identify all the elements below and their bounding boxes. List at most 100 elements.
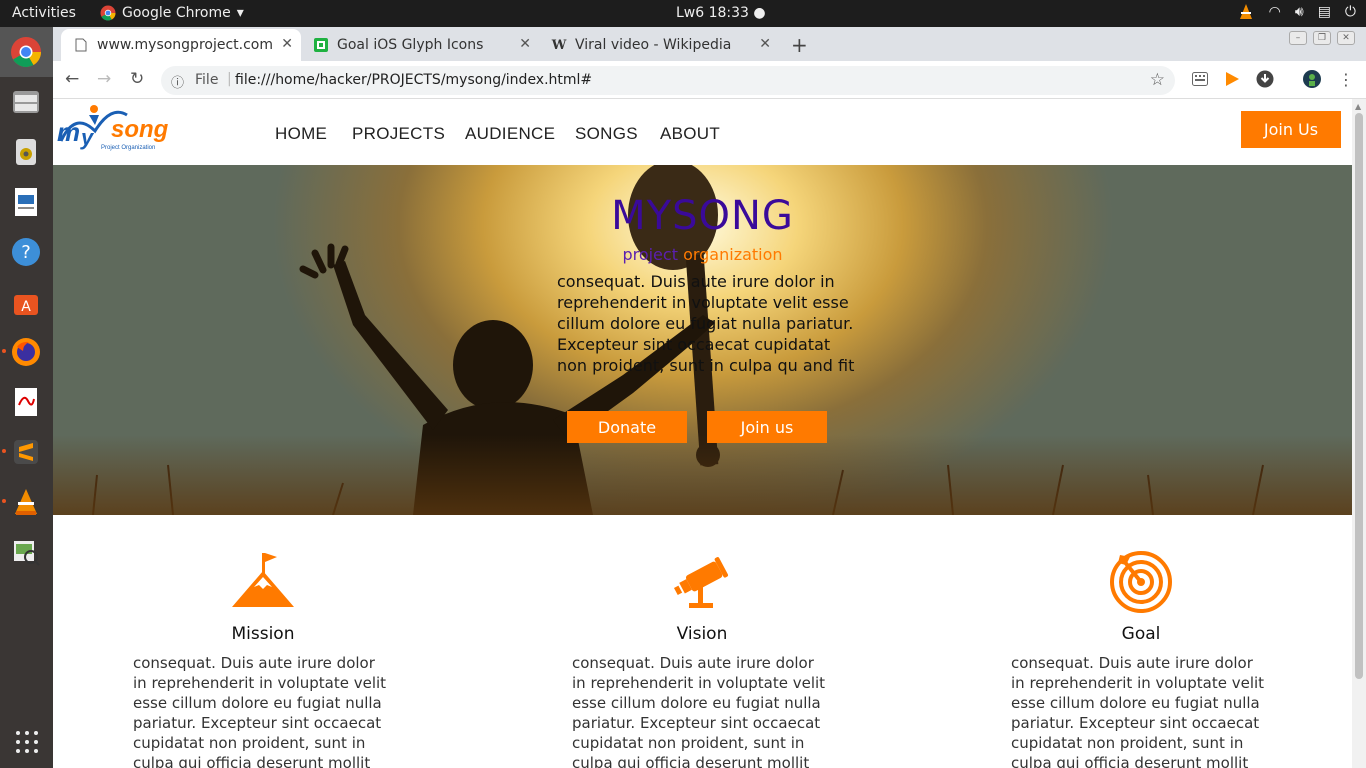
download-extension-icon[interactable]: [1256, 70, 1274, 88]
hero-description: consequat. Duis aute irure dolor in repr…: [557, 272, 855, 375]
app-name: Google Chrome: [122, 5, 231, 21]
scroll-up-arrow-icon[interactable]: ▲: [1355, 102, 1361, 111]
page-scrollbar[interactable]: ▲: [1352, 99, 1366, 768]
dock-document-viewer[interactable]: [8, 384, 44, 420]
join-us-header-button[interactable]: Join Us: [1241, 111, 1341, 148]
dock-sublime[interactable]: [8, 434, 44, 470]
reload-button[interactable]: ↻: [130, 69, 144, 89]
info-icon[interactable]: ⓘ: [171, 72, 184, 91]
volume-icon: 🔊︎: [1294, 4, 1304, 20]
hero-banner: MYSONG project organization consequat. D…: [53, 165, 1352, 515]
dock-vlc[interactable]: [8, 484, 44, 520]
activities-button[interactable]: Activities: [12, 5, 76, 21]
svg-text:A: A: [21, 299, 31, 315]
target-icon: [1011, 551, 1271, 613]
profile-avatar[interactable]: [1303, 70, 1321, 88]
hero-subtitle: project organization: [53, 245, 1352, 264]
close-tab-icon[interactable]: ✕: [759, 36, 771, 52]
web-page: m y song Project Organization HOME PROJE…: [53, 99, 1352, 768]
close-tab-icon[interactable]: ✕: [281, 36, 293, 52]
keyboard-extension-icon[interactable]: [1191, 70, 1209, 88]
scheme-label: File: [195, 72, 219, 88]
nav-home[interactable]: HOME: [275, 124, 327, 144]
tab-title: Viral video - Wikipedia: [575, 37, 732, 53]
browser-toolbar: ← → ↻ ⓘ File | file:///home/hacker/PROJE…: [53, 61, 1366, 99]
minimize-button[interactable]: –: [1289, 31, 1307, 45]
dock-image-viewer[interactable]: [8, 534, 44, 570]
feature-title: Goal: [1121, 624, 1161, 644]
clipboard-icon: ▤: [1317, 4, 1331, 20]
maximize-button[interactable]: ❐: [1313, 31, 1331, 45]
dock-firefox[interactable]: [8, 334, 44, 370]
nav-songs[interactable]: SONGS: [575, 124, 638, 144]
clock-text: Lw6 18:33: [676, 5, 749, 21]
url-text[interactable]: file:///home/hacker/PROJECTS/mysong/inde…: [235, 72, 592, 88]
vlc-tray-icon[interactable]: [1237, 3, 1255, 21]
nav-about[interactable]: ABOUT: [660, 124, 720, 144]
tab-title: Goal iOS Glyph Icons: [337, 37, 484, 53]
vlc-icon: [15, 489, 37, 515]
forward-button[interactable]: →: [97, 69, 111, 89]
firefox-icon: [12, 338, 40, 366]
wifi-icon: ◠: [1268, 4, 1281, 20]
bookmark-star-icon[interactable]: ☆: [1150, 70, 1165, 90]
image-viewer-icon: [14, 541, 40, 566]
feature-text: consequat. Duis aute irure dolor in repr…: [1011, 654, 1265, 768]
back-button[interactable]: ←: [65, 69, 79, 89]
mountain-flag-icon: [133, 551, 393, 611]
system-tray[interactable]: ◠ 🔊︎ ▤ ⏻: [1237, 3, 1356, 21]
nav-audience[interactable]: AUDIENCE: [465, 124, 555, 144]
chrome-icon: [11, 37, 42, 68]
address-bar[interactable]: ⓘ File | file:///home/hacker/PROJECTS/my…: [161, 66, 1175, 95]
clock[interactable]: Lw6 18:33 ●: [676, 5, 766, 21]
document-icon: [15, 188, 37, 216]
new-tab-button[interactable]: +: [791, 33, 808, 57]
system-top-bar: Activities Google Chrome ▾ Lw6 18:33 ● ◠…: [0, 0, 1366, 27]
chrome-window: www.mysongproject.com ✕ Goal iOS Glyph I…: [53, 27, 1366, 768]
svg-text:m: m: [57, 117, 80, 147]
file-cabinet-icon: [13, 91, 39, 113]
tab-viral-video[interactable]: W Viral video - Wikipedia ✕: [539, 29, 779, 61]
wikipedia-icon: W: [551, 37, 567, 53]
hero-subtitle-project: project: [622, 245, 678, 264]
dock-chrome[interactable]: [8, 34, 44, 70]
running-indicator: [2, 349, 6, 353]
dock-files[interactable]: [8, 84, 44, 120]
donate-button[interactable]: Donate: [567, 411, 687, 443]
chevron-down-icon: ▾: [236, 5, 244, 21]
tab-strip: www.mysongproject.com ✕ Goal iOS Glyph I…: [53, 27, 1366, 61]
close-window-button[interactable]: ✕: [1337, 31, 1355, 45]
close-tab-icon[interactable]: ✕: [519, 36, 531, 52]
feature-title: Mission: [231, 624, 295, 644]
feature-title: Vision: [676, 624, 728, 644]
chrome-icon: [100, 5, 116, 21]
sublime-text-icon: [14, 440, 38, 464]
page-icon: [73, 37, 89, 53]
separator: |: [227, 71, 232, 87]
tab-mysong[interactable]: www.mysongproject.com ✕: [61, 29, 301, 61]
power-icon: ⏻: [1344, 4, 1356, 20]
scrollbar-thumb[interactable]: [1355, 113, 1363, 679]
icons8-icon: [313, 37, 329, 53]
svg-text:Project Organization: Project Organization: [101, 145, 155, 151]
feature-text: consequat. Duis aute irure dolor in repr…: [133, 654, 387, 768]
running-indicator: [2, 449, 6, 453]
speaker-icon: [16, 139, 36, 165]
running-indicator: [2, 499, 6, 503]
svg-text:?: ?: [21, 242, 31, 263]
site-logo[interactable]: m y song Project Organization: [55, 101, 173, 157]
dock-help[interactable]: ?: [8, 234, 44, 270]
nav-projects[interactable]: PROJECTS: [352, 124, 445, 144]
app-menu[interactable]: Google Chrome ▾: [100, 5, 244, 21]
dock-software[interactable]: A: [8, 284, 44, 320]
menu-icon[interactable]: ⋮: [1337, 70, 1355, 89]
dock-rhythmbox[interactable]: [8, 134, 44, 170]
join-us-hero-button[interactable]: Join us: [707, 411, 827, 443]
tab-goal-icons[interactable]: Goal iOS Glyph Icons ✕: [301, 29, 539, 61]
show-applications-button[interactable]: [15, 730, 39, 754]
svg-text:song: song: [111, 116, 169, 143]
play-extension-icon[interactable]: [1223, 70, 1241, 88]
shopping-bag-icon: A: [14, 295, 38, 315]
dock-writer[interactable]: [8, 184, 44, 220]
hero-subtitle-organization: organization: [683, 245, 783, 264]
